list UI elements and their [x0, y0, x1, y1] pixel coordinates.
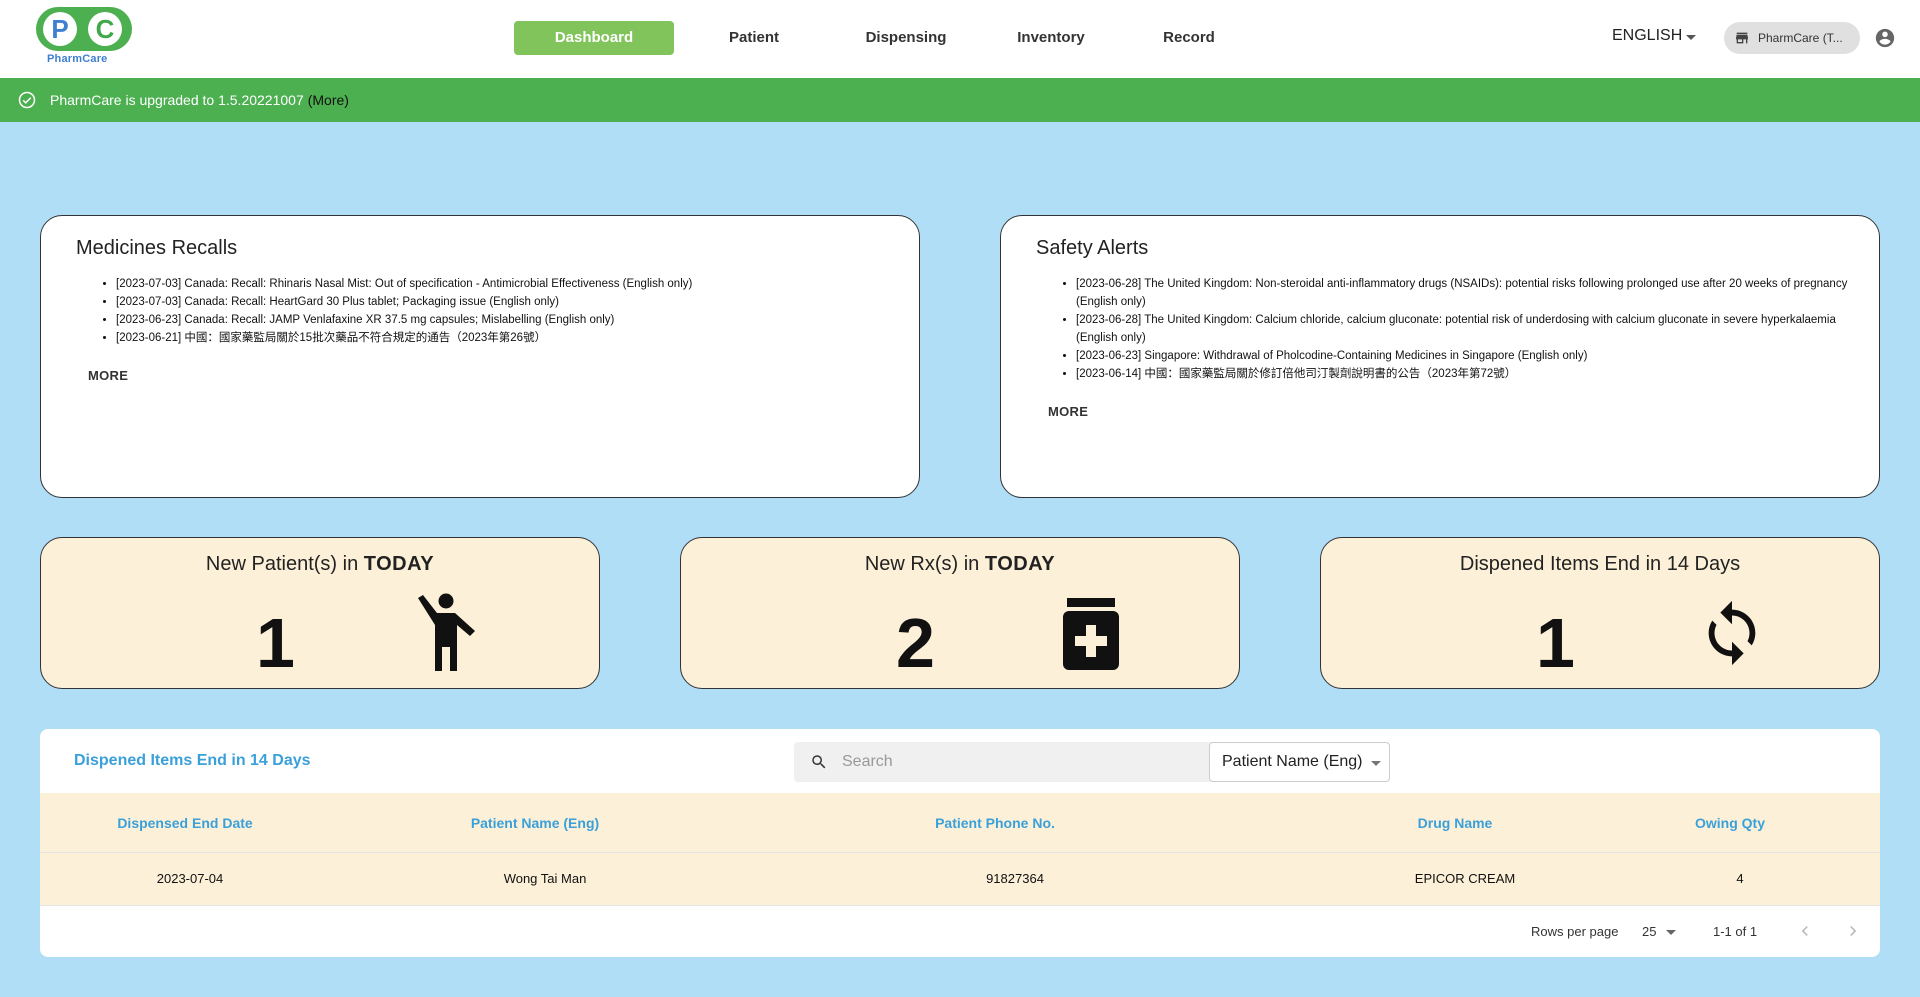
nav-dispensing[interactable]: Dispensing: [834, 21, 978, 55]
chevron-down-icon: [1371, 761, 1381, 766]
chevron-left-icon[interactable]: [1795, 921, 1815, 941]
search-field-value: Patient Name (Eng): [1222, 753, 1363, 770]
banner-text: PharmCare is upgraded to 1.5.20221007: [50, 92, 304, 108]
banner-more-link[interactable]: (More): [308, 92, 349, 108]
recalls-list: [2023-07-03] Canada: Recall: Rhinaris Na…: [116, 275, 889, 347]
new-rx-title-period: TODAY: [984, 553, 1056, 575]
chevron-right-icon[interactable]: [1843, 921, 1863, 941]
nav-patient[interactable]: Patient: [682, 21, 826, 55]
recall-item[interactable]: [2023-07-03] Canada: Recall: HeartGard 3…: [116, 293, 889, 311]
pagination-range: 1-1 of 1: [1713, 924, 1758, 939]
new-rx-title-prefix: New Rx(s) in: [864, 553, 985, 575]
new-patients-card[interactable]: New Patient(s) in TODAY 1: [40, 537, 600, 689]
new-patients-count: 1: [256, 604, 295, 682]
rows-per-page-label: Rows per page: [1531, 924, 1619, 939]
language-selector[interactable]: ENGLISH: [1612, 27, 1682, 45]
search-box[interactable]: [794, 742, 1214, 782]
recall-item[interactable]: [2023-06-23] Canada: Recall: JAMP Venlaf…: [116, 311, 889, 329]
column-header[interactable]: Patient Phone No.: [890, 815, 1100, 831]
new-patients-title-prefix: New Patient(s) in: [205, 553, 364, 575]
cell-end-date: 2023-07-04: [156, 871, 224, 886]
alert-item[interactable]: [2023-06-23] Singapore: Withdrawal of Ph…: [1076, 347, 1849, 365]
new-rx-title: New Rx(s) in TODAY: [681, 553, 1239, 576]
alerts-more-button[interactable]: MORE: [1048, 404, 1088, 419]
top-bar: P C PharmCare Dashboard Patient Dispensi…: [0, 0, 1920, 78]
logo-name: PharmCare: [47, 53, 108, 65]
column-header[interactable]: Owing Qty: [1640, 815, 1820, 831]
check-circle-icon: [18, 91, 36, 109]
column-header[interactable]: Dispensed End Date: [80, 815, 290, 831]
search-field-select[interactable]: Patient Name (Eng): [1209, 742, 1390, 782]
alerts-title: Safety Alerts: [1036, 237, 1149, 259]
chevron-down-icon[interactable]: [1666, 930, 1676, 935]
alert-item[interactable]: [2023-06-28] The United Kingdom: Calcium…: [1076, 311, 1849, 347]
safety-alerts-card: Safety Alerts [2023-06-28] The United Ki…: [1000, 215, 1880, 498]
logo-letter-p: P: [43, 12, 77, 46]
medication-bottle-icon: [1063, 598, 1119, 670]
column-header[interactable]: Drug Name: [1350, 815, 1560, 831]
dispensed-items-table-panel: Dispened Items End in 14 Days Patient Na…: [40, 729, 1880, 957]
store-chip[interactable]: PharmCare (T...: [1724, 22, 1860, 54]
recall-item[interactable]: [2023-06-21] 中國：國家藥監局關於15批次藥品不符合規定的通告（20…: [116, 329, 889, 347]
upgrade-banner: PharmCare is upgraded to 1.5.20221007 (Mo…: [0, 78, 1920, 122]
banner-message: PharmCare is upgraded to 1.5.20221007 (Mo…: [50, 92, 349, 108]
alert-item[interactable]: [2023-06-28] The United Kingdom: Non-ste…: [1076, 275, 1849, 311]
dispensed-items-card[interactable]: Dispened Items End in 14 Days 1: [1320, 537, 1880, 689]
recalls-more-button[interactable]: MORE: [88, 368, 128, 383]
dispensed-items-title: Dispened Items End in 14 Days: [1321, 553, 1879, 576]
nav-record[interactable]: Record: [1124, 21, 1254, 55]
refresh-icon: [1708, 600, 1756, 666]
new-patients-title-period: TODAY: [363, 553, 435, 575]
logo-mark: P C: [36, 7, 132, 51]
nav-inventory[interactable]: Inventory: [986, 21, 1116, 55]
cell-owing-qty: 4: [1736, 871, 1744, 886]
chevron-down-icon[interactable]: [1686, 35, 1696, 40]
new-rx-card[interactable]: New Rx(s) in TODAY 2: [680, 537, 1240, 689]
recalls-title: Medicines Recalls: [76, 237, 238, 259]
search-icon: [812, 755, 826, 769]
column-header[interactable]: Patient Name (Eng): [430, 815, 640, 831]
store-label: PharmCare (T...: [1758, 31, 1843, 45]
table-row[interactable]: 2023-07-04 Wong Tai Man 91827364 EPICOR …: [40, 853, 1880, 906]
alert-item[interactable]: [2023-06-14] 中國：國家藥監局關於修訂倍他司汀製劑說明書的公告（20…: [1076, 365, 1849, 383]
cell-phone: 91827364: [986, 871, 1044, 886]
cell-patient-name: Wong Tai Man: [503, 871, 587, 886]
search-input[interactable]: [842, 751, 1142, 773]
dispensed-items-count: 1: [1536, 604, 1575, 682]
new-rx-count: 2: [896, 604, 935, 682]
rows-per-page-select[interactable]: 25: [1642, 924, 1656, 939]
pharmcare-logo[interactable]: P C PharmCare: [36, 7, 132, 65]
logo-letter-c: C: [88, 12, 122, 46]
alerts-list: [2023-06-28] The United Kingdom: Non-ste…: [1076, 275, 1849, 383]
cell-drug-name: EPICOR CREAM: [1414, 871, 1516, 886]
store-icon: [1736, 32, 1748, 44]
person-waving-icon: [418, 593, 475, 671]
account-circle-icon[interactable]: [1874, 27, 1896, 49]
new-patients-title: New Patient(s) in TODAY: [41, 553, 599, 576]
medicines-recalls-card: Medicines Recalls [2023-07-03] Canada: R…: [40, 215, 920, 498]
recall-item[interactable]: [2023-07-03] Canada: Recall: Rhinaris Na…: [116, 275, 889, 293]
table-title: Dispened Items End in 14 Days: [74, 752, 311, 769]
nav-dashboard[interactable]: Dashboard: [514, 21, 674, 55]
table-header: Dispensed End Date Patient Name (Eng) Pa…: [40, 793, 1880, 853]
dispensed-items-title-text: Dispened Items End in 14 Days: [1459, 553, 1741, 575]
